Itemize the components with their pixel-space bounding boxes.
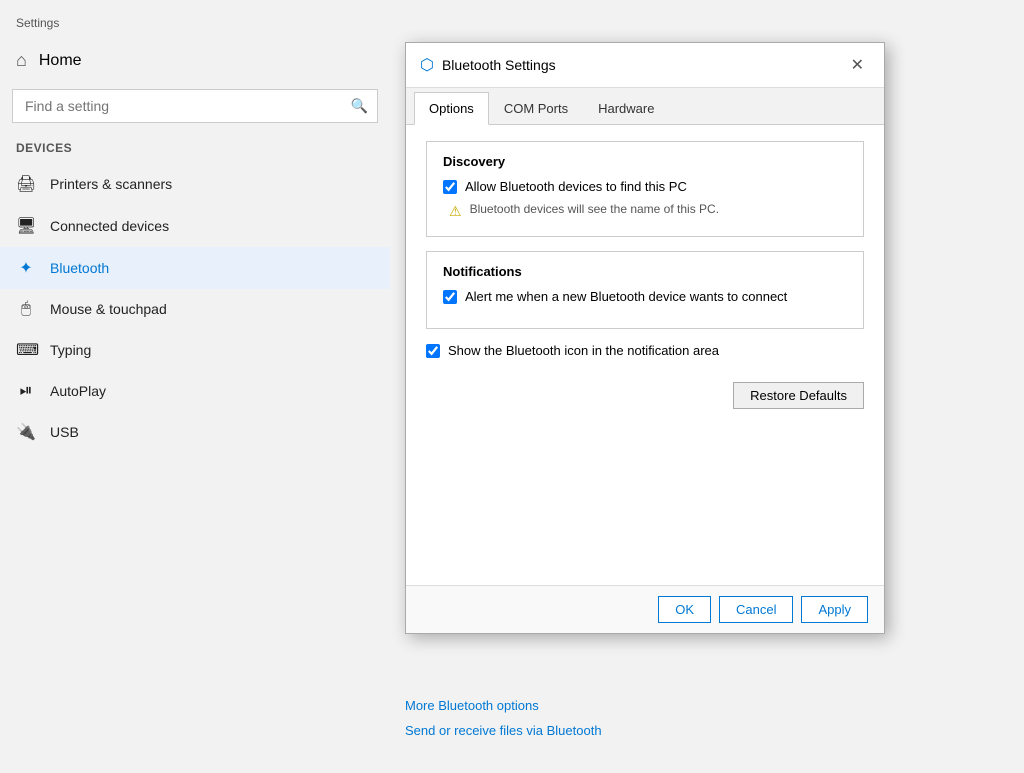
sidebar-item-bluetooth[interactable]: ✦ Bluetooth	[0, 247, 390, 289]
sidebar-item-typing[interactable]: ⌨ Typing	[0, 329, 390, 371]
dialog-footer: OK Cancel Apply	[406, 585, 884, 633]
bluetooth-settings-dialog: ⬡ Bluetooth Settings ✕ Options COM Ports…	[405, 42, 885, 634]
alert-checkbox[interactable]	[443, 290, 457, 304]
notifications-label: Notifications	[443, 264, 847, 279]
home-icon: ⌂	[16, 50, 27, 71]
devices-label: Devices	[0, 137, 390, 163]
tab-hardware[interactable]: Hardware	[583, 92, 669, 124]
discovery-section: Discovery Allow Bluetooth devices to fin…	[426, 141, 864, 237]
sidebar-item-usb[interactable]: 🔌 USB	[0, 411, 390, 453]
printers-icon: 🖨	[16, 174, 36, 194]
sidebar-item-label: Connected devices	[50, 218, 169, 234]
warning-icon: ⚠	[449, 203, 462, 220]
sidebar-item-mouse[interactable]: 🖱 Mouse & touchpad	[0, 289, 390, 329]
dialog-bluetooth-icon: ⬡	[420, 55, 434, 75]
restore-defaults-row: Restore Defaults	[426, 374, 864, 413]
mouse-icon: 🖱	[16, 300, 36, 318]
usb-icon: 🔌	[16, 422, 36, 442]
sidebar-item-label: Bluetooth	[50, 260, 109, 276]
search-icon: 🔍	[351, 98, 368, 115]
sidebar-home-item[interactable]: ⌂ Home	[0, 40, 390, 81]
discovery-label: Discovery	[443, 154, 847, 169]
dialog-close-button[interactable]: ✕	[845, 53, 870, 77]
apply-button[interactable]: Apply	[801, 596, 868, 623]
show-icon-label[interactable]: Show the Bluetooth icon in the notificat…	[448, 343, 719, 358]
tab-comports[interactable]: COM Ports	[489, 92, 583, 124]
connected-icon: 🖥	[16, 216, 36, 236]
show-icon-row: Show the Bluetooth icon in the notificat…	[426, 343, 864, 358]
search-box: 🔍	[12, 89, 378, 123]
tab-bar: Options COM Ports Hardware	[406, 88, 884, 125]
cancel-button[interactable]: Cancel	[719, 596, 793, 623]
sidebar-item-label: Printers & scanners	[50, 176, 172, 192]
sidebar-item-printers[interactable]: 🖨 Printers & scanners	[0, 163, 390, 205]
warning-text: Bluetooth devices will see the name of t…	[470, 202, 719, 216]
sidebar-item-label: AutoPlay	[50, 383, 106, 399]
dialog-title: Bluetooth Settings	[442, 57, 837, 73]
search-input[interactable]	[12, 89, 378, 123]
app-title: Settings	[0, 10, 390, 40]
autoplay-icon: ⏯	[16, 382, 36, 400]
dialog-titlebar: ⬡ Bluetooth Settings ✕	[406, 43, 884, 88]
typing-icon: ⌨	[16, 340, 36, 360]
restore-defaults-button[interactable]: Restore Defaults	[733, 382, 864, 409]
tab-options[interactable]: Options	[414, 92, 489, 125]
send-receive-link[interactable]: Send or receive files via Bluetooth	[405, 723, 602, 738]
home-label: Home	[39, 52, 82, 70]
ok-button[interactable]: OK	[658, 596, 711, 623]
sidebar-item-label: Mouse & touchpad	[50, 301, 167, 317]
notifications-section: Notifications Alert me when a new Blueto…	[426, 251, 864, 329]
warning-row: ⚠ Bluetooth devices will see the name of…	[443, 202, 847, 220]
more-bluetooth-link[interactable]: More Bluetooth options	[405, 698, 602, 713]
bottom-links: More Bluetooth options Send or receive f…	[405, 698, 602, 748]
sidebar: Settings ⌂ Home 🔍 Devices 🖨 Printers & s…	[0, 0, 390, 773]
sidebar-item-autoplay[interactable]: ⏯ AutoPlay	[0, 371, 390, 411]
sidebar-item-connected[interactable]: 🖥 Connected devices	[0, 205, 390, 247]
dialog-content: Discovery Allow Bluetooth devices to fin…	[406, 125, 884, 585]
sidebar-item-label: USB	[50, 424, 79, 440]
allow-discovery-checkbox[interactable]	[443, 180, 457, 194]
alert-row: Alert me when a new Bluetooth device wan…	[443, 289, 847, 304]
allow-discovery-label[interactable]: Allow Bluetooth devices to find this PC	[465, 179, 687, 194]
sidebar-item-label: Typing	[50, 342, 91, 358]
bluetooth-icon: ✦	[16, 258, 36, 278]
show-icon-checkbox[interactable]	[426, 344, 440, 358]
allow-discovery-row: Allow Bluetooth devices to find this PC	[443, 179, 847, 194]
alert-label[interactable]: Alert me when a new Bluetooth device wan…	[465, 289, 787, 304]
